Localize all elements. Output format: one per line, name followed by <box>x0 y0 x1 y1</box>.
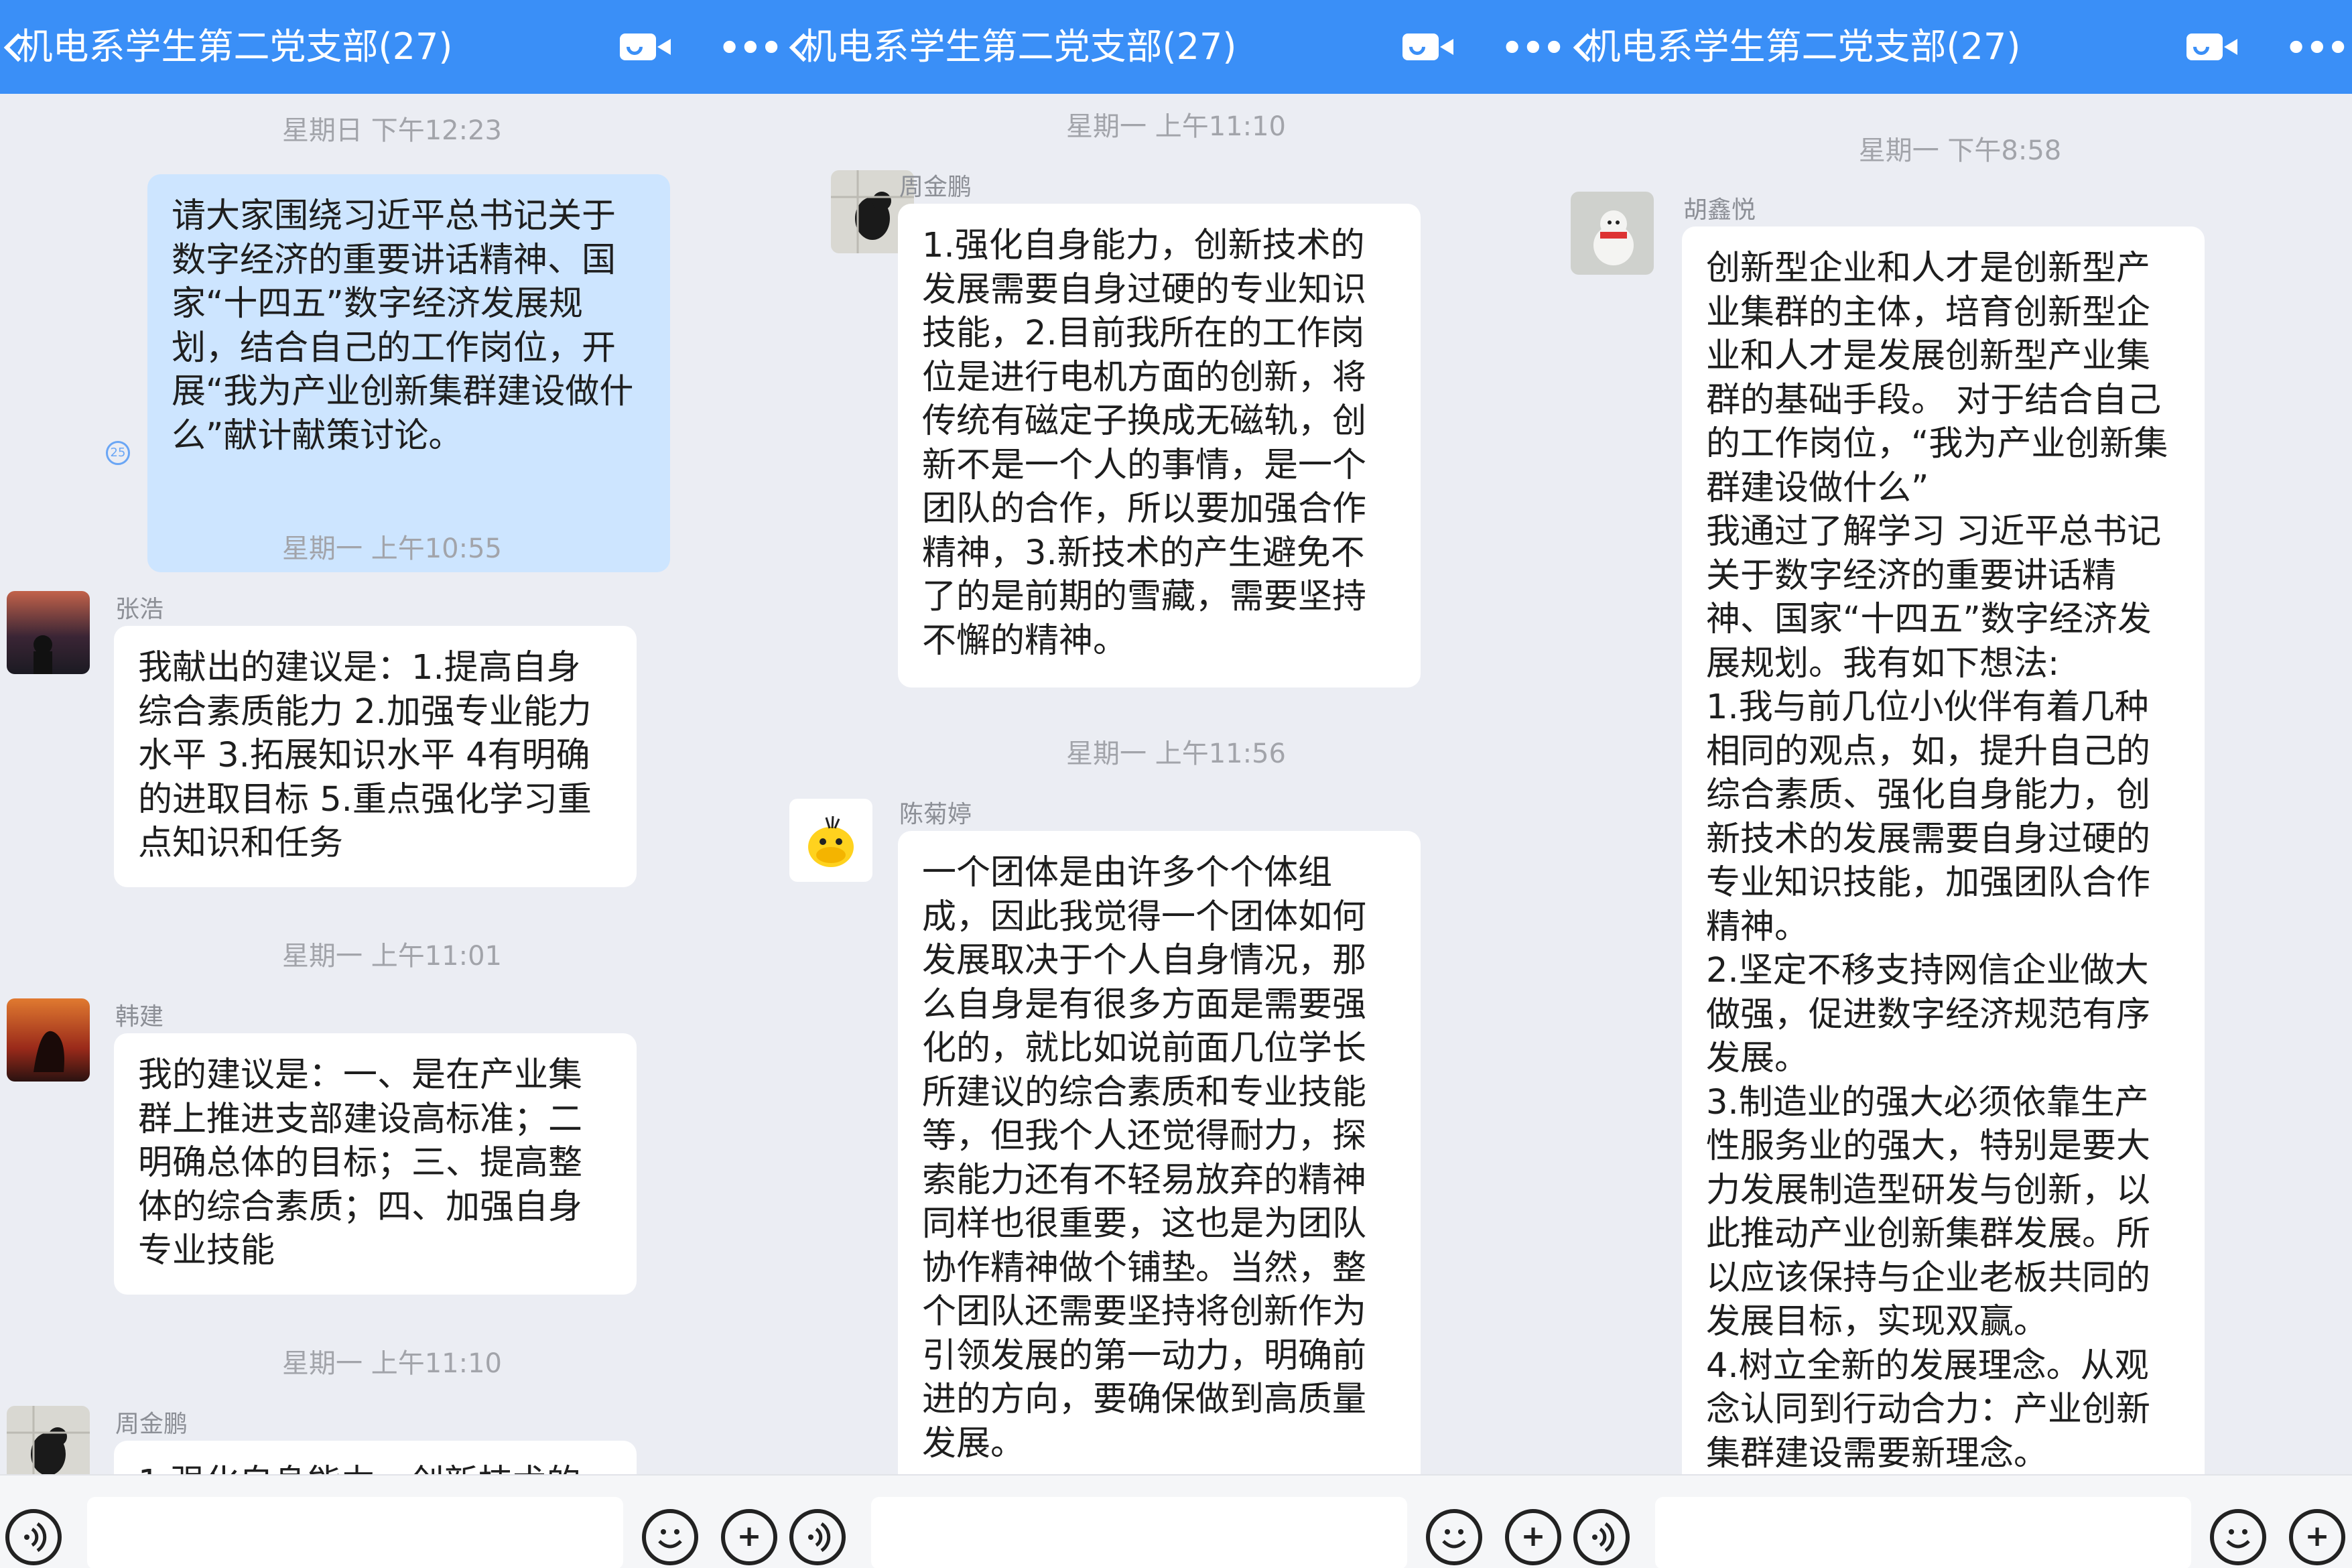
message-input[interactable] <box>87 1497 623 1568</box>
timestamp: 星期一 上午11:10 <box>282 1348 502 1379</box>
emoji-icon[interactable] <box>1426 1509 1482 1565</box>
plus-icon[interactable]: + <box>2289 1509 2345 1565</box>
plus-icon[interactable]: + <box>721 1509 777 1565</box>
chat-panel-2[interactable]: 星期一 上午11:10 周金鹏 1.强化自身能力，创新技术的发展需要自身过硬的专… <box>784 94 1568 1474</box>
message-bubble[interactable]: 我的建议是：一、是在产业集群上推进支部建设高标准；二明确总体的目标；三、提高整体… <box>114 1033 637 1295</box>
sender-name: 张浩 <box>115 596 164 623</box>
avatar[interactable] <box>789 799 872 882</box>
timestamp: 星期一 上午11:10 <box>1066 111 1286 142</box>
message-bubble[interactable]: 1.强化自身能力，创新技术的发展需要自身过硬的专业知识技能，2.目前我所在的工作… <box>898 204 1421 688</box>
message-input[interactable] <box>871 1497 1407 1568</box>
message-bubble[interactable]: 一个团体是由许多个个体组成，因此我觉得一个团体如何发展取决于个人自身情况，那么自… <box>898 831 1421 1474</box>
sender-name: 周金鹏 <box>115 1411 188 1438</box>
avatar[interactable] <box>7 591 90 674</box>
voice-icon[interactable] <box>1573 1509 1630 1565</box>
timestamp: 星期一 上午11:56 <box>1066 738 1286 769</box>
chat-title: 机电系学生第二党支部(27) <box>800 25 1237 68</box>
sender-name: 韩建 <box>115 1003 164 1031</box>
timestamp: 星期一 上午11:01 <box>282 941 502 972</box>
chat-title: 机电系学生第二党支部(27) <box>1584 25 2021 68</box>
more-icon[interactable]: ••• <box>2285 28 2349 68</box>
message-input[interactable] <box>1655 1497 2191 1568</box>
video-call-icon[interactable] <box>2186 34 2239 60</box>
plus-icon[interactable]: + <box>1505 1509 1561 1565</box>
voice-icon[interactable] <box>5 1509 62 1565</box>
sender-name: 胡鑫悦 <box>1683 196 1756 224</box>
message-bubble[interactable]: 我献出的建议是：1.提高自身综合素质能力 2.加强专业能力水平 3.拓展知识水平… <box>114 626 637 887</box>
input-bar: + + + <box>0 1474 2352 1568</box>
timestamp: 星期一 上午10:55 <box>282 533 502 564</box>
timestamp: 星期一 下午8:58 <box>1858 135 2062 166</box>
chat-title: 机电系学生第二党支部(27) <box>16 25 453 68</box>
message-bubble-self[interactable]: 请大家围绕习近平总书记关于数字经济的重要讲话精神、国家“十四五”数字经济发展规划… <box>147 174 670 572</box>
avatar[interactable] <box>7 1406 90 1474</box>
avatar[interactable] <box>1571 192 1654 275</box>
chat-panel-1[interactable]: 星期日 下午12:23 请大家围绕习近平总书记关于数字经济的重要讲话精神、国家“… <box>0 94 784 1474</box>
video-call-icon[interactable] <box>1402 34 1455 60</box>
emoji-icon[interactable] <box>642 1509 698 1565</box>
avatar[interactable] <box>7 998 90 1082</box>
voice-icon[interactable] <box>789 1509 846 1565</box>
sender-name: 陈菊婷 <box>899 801 972 828</box>
chat-panel-3[interactable]: 星期一 下午8:58 胡鑫悦 创新型企业和人才是创新型产业集群的主体，培育创新型… <box>1568 94 2352 1474</box>
timestamp: 星期日 下午12:23 <box>282 115 502 146</box>
sender-name: 周金鹏 <box>899 174 972 201</box>
header-bar: 机电系学生第二党支部(27) ••• 机电系学生第二党支部(27) ••• 机电… <box>0 0 2352 94</box>
video-call-icon[interactable] <box>620 34 672 60</box>
message-bubble[interactable]: 创新型企业和人才是创新型产业集群的主体，培育创新型企业和人才是发展创新型产业集群… <box>1682 226 2205 1474</box>
emoji-icon[interactable] <box>2210 1509 2266 1565</box>
message-bubble[interactable]: 1.强化自身能力，创新技术的 <box>114 1441 637 1474</box>
read-receipt-badge[interactable]: 25 <box>106 441 130 465</box>
